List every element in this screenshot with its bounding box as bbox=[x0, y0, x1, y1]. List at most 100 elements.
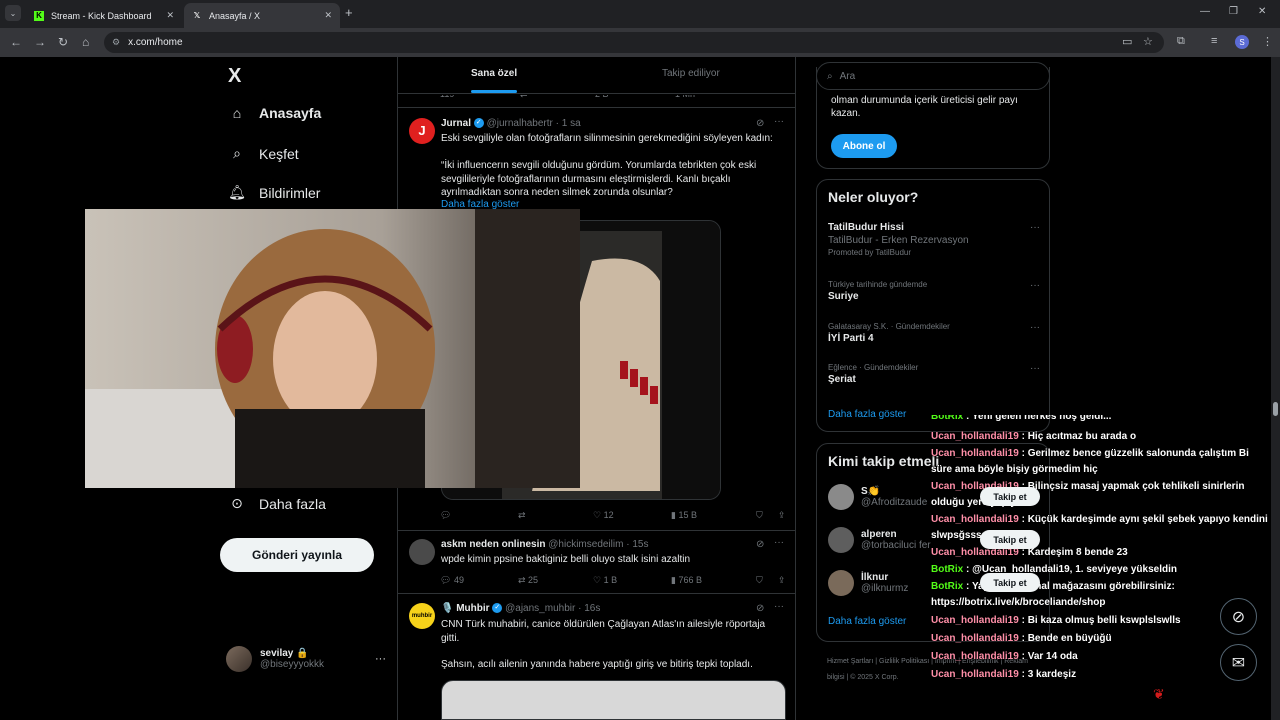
tweet-time[interactable]: 15s bbox=[632, 539, 648, 550]
more-icon[interactable]: ··· bbox=[1030, 363, 1040, 374]
close-tab-icon[interactable]: ✕ bbox=[166, 10, 174, 21]
home-icon[interactable]: ⌂ bbox=[82, 35, 89, 49]
more-icon[interactable]: ··· bbox=[1030, 222, 1040, 233]
trend-item[interactable]: Galatasaray S.K. · Gündemdekiler İYİ Par… bbox=[828, 322, 1040, 344]
more-icon[interactable]: ··· bbox=[774, 116, 784, 127]
avatar bbox=[226, 646, 252, 672]
bookmark-star-icon[interactable]: ☆ bbox=[1143, 35, 1153, 48]
search-placeholder: Ara bbox=[839, 70, 856, 82]
restore-icon[interactable]: ❐ bbox=[1229, 6, 1238, 17]
tab-following[interactable]: Takip ediliyor bbox=[662, 68, 720, 79]
chat-message: Ucan_hollandali19 : Kardeşim 8 bende 23 bbox=[931, 545, 1269, 561]
follow-button[interactable]: Takip et bbox=[980, 530, 1040, 549]
x-logo-icon[interactable]: X bbox=[228, 65, 241, 88]
tab-search-button[interactable]: ⌄ bbox=[5, 5, 21, 21]
retweet-icon[interactable]: ⇄ bbox=[518, 510, 593, 521]
tab-title: Anasayfa / X bbox=[209, 10, 261, 21]
back-icon[interactable]: ← bbox=[10, 35, 22, 49]
trend-context: Eğlence · Gündemdekiler bbox=[828, 363, 919, 372]
nav-item-explore[interactable]: ⌕ Keşfet bbox=[228, 145, 299, 162]
chat-message: Ucan_hollandali19 : Var 14 oda bbox=[931, 649, 1269, 665]
account-handle: @biseyyyokkk bbox=[260, 659, 325, 670]
profile-avatar[interactable]: S bbox=[1235, 35, 1249, 49]
retweet-button[interactable]: ⇄ 25 bbox=[518, 575, 593, 586]
chat-text: : Hiç acıtmaz bu arada o bbox=[1021, 431, 1137, 442]
search-icon: ⌕ bbox=[827, 70, 833, 82]
nav-item-more[interactable]: ⊙ Daha fazla bbox=[228, 495, 326, 512]
subscribe-button[interactable]: Abone ol bbox=[831, 134, 897, 158]
follow-button[interactable]: Takip et bbox=[980, 487, 1040, 506]
like-button[interactable]: ♡ 12 bbox=[593, 510, 671, 521]
author-handle[interactable]: @ajans_muhbir bbox=[505, 603, 575, 614]
share-icon[interactable]: ⇪ bbox=[778, 575, 786, 586]
more-icon[interactable]: ··· bbox=[774, 537, 784, 548]
author-name[interactable]: askm neden onlinesin bbox=[441, 539, 545, 550]
show-more-link[interactable]: Daha fazla göster bbox=[828, 616, 906, 627]
avatar[interactable]: J bbox=[409, 118, 435, 144]
webcam-video bbox=[85, 209, 580, 488]
author-handle[interactable]: @jurnalhabertr bbox=[487, 118, 553, 129]
like-button[interactable]: ♡ 1 B bbox=[593, 575, 671, 586]
post-button[interactable]: Gönderi yayınla bbox=[220, 538, 374, 572]
new-tab-button[interactable]: + bbox=[345, 5, 353, 20]
tweet-time[interactable]: 1 sa bbox=[562, 118, 581, 129]
show-more-link[interactable]: Daha fazla göster bbox=[828, 409, 906, 420]
account-switcher[interactable]: sevilay 🔒 @biseyyyokkk ··· bbox=[226, 644, 386, 674]
nav-item-home[interactable]: ⌂ Anasayfa bbox=[228, 105, 322, 121]
author-handle[interactable]: @hickimsedeilim bbox=[548, 539, 623, 550]
browser-tab-kick[interactable]: K Stream - Kick Dashboard ✕ bbox=[26, 3, 182, 28]
more-icon[interactable]: ··· bbox=[774, 601, 784, 612]
media-controls-icon[interactable]: ≡ bbox=[1211, 35, 1217, 47]
reply-icon[interactable]: 💬︎ bbox=[440, 510, 518, 521]
forward-icon[interactable]: → bbox=[34, 35, 46, 49]
grok-icon[interactable]: ⊘ bbox=[756, 118, 764, 129]
trend-item[interactable]: Eğlence · Gündemdekiler Şeriat ··· bbox=[828, 363, 1040, 385]
grok-icon[interactable]: ⊘ bbox=[756, 539, 764, 550]
url-text: x.com/home bbox=[128, 37, 183, 48]
tweet-media-image[interactable] bbox=[441, 680, 786, 720]
chat-text: : Yayıncının kanal mağazasını görebilirs… bbox=[931, 581, 1175, 608]
tab-for-you[interactable]: Sana özel bbox=[471, 68, 517, 79]
search-input[interactable]: ⌕ Ara bbox=[816, 62, 1050, 90]
reload-icon[interactable]: ↻ bbox=[58, 35, 68, 49]
address-bar[interactable]: ⚙ x.com/home bbox=[104, 32, 1164, 53]
avatar[interactable]: muhbir bbox=[409, 603, 435, 629]
trend-item[interactable]: Türkiye tarihinde gündemde Suriye ··· bbox=[828, 280, 1040, 302]
minimize-icon[interactable]: — bbox=[1200, 6, 1210, 17]
tweet-time[interactable]: 16s bbox=[584, 603, 600, 614]
messages-button[interactable]: ✉ bbox=[1220, 644, 1257, 681]
grok-icon[interactable]: ⊘ bbox=[756, 603, 764, 614]
views-button[interactable]: ▮ 766 B bbox=[671, 575, 756, 586]
chat-username: BotRix bbox=[931, 581, 964, 592]
chat-message: Ucan_hollandali19 : Gerilmez bence güzze… bbox=[931, 446, 1269, 478]
menu-icon[interactable]: ⋮ bbox=[1262, 35, 1273, 48]
more-icon[interactable]: ··· bbox=[1030, 322, 1040, 333]
share-icon[interactable]: ⇪ bbox=[778, 510, 786, 521]
bookmark-icon[interactable]: ⛉ bbox=[756, 575, 778, 586]
extensions-icon[interactable]: ⧉ bbox=[1177, 35, 1185, 48]
author-name[interactable]: Jurnal bbox=[441, 118, 471, 129]
nav-item-notifications[interactable]: 🔔︎ Bildirimler bbox=[228, 184, 320, 201]
browser-tab-bar: ⌄ K Stream - Kick Dashboard ✕ 𝕏 Anasayfa… bbox=[0, 0, 1280, 28]
follow-button[interactable]: Takip et bbox=[980, 573, 1040, 592]
reply-button[interactable]: 💬︎ 49 bbox=[440, 575, 518, 586]
browser-tab-x[interactable]: 𝕏 Anasayfa / X ✕ bbox=[184, 3, 340, 28]
close-window-icon[interactable]: ✕ bbox=[1258, 6, 1266, 17]
more-icon[interactable]: ··· bbox=[1030, 280, 1040, 291]
grok-button[interactable]: ⊘ bbox=[1220, 598, 1257, 635]
bookmark-icon[interactable]: ⛉ bbox=[756, 510, 778, 521]
close-tab-icon[interactable]: ✕ bbox=[324, 10, 332, 21]
trend-item[interactable]: TatilBudur Hissi TatilBudur - Erken Reze… bbox=[828, 222, 1040, 257]
site-info-icon[interactable]: ⚙ bbox=[112, 37, 120, 48]
author-name[interactable]: 🎙️ Muhbir bbox=[441, 603, 490, 614]
avatar[interactable] bbox=[409, 539, 435, 565]
trend-name: Suriye bbox=[828, 291, 859, 302]
scrollbar-thumb[interactable] bbox=[1273, 402, 1278, 416]
tweet-text: Eski sevgiliyle olan fotoğrafların silin… bbox=[441, 133, 773, 144]
page-scrollbar[interactable] bbox=[1271, 57, 1280, 720]
cast-icon[interactable]: ▭ bbox=[1122, 35, 1132, 48]
chat-text: : Bende en büyüğü bbox=[1021, 633, 1112, 644]
trends-card: Neler oluyor? TatilBudur Hissi TatilBudu… bbox=[816, 179, 1050, 432]
views-button[interactable]: ▮ 15 B bbox=[671, 510, 756, 521]
chat-username: Ucan_hollandali19 bbox=[931, 633, 1019, 644]
